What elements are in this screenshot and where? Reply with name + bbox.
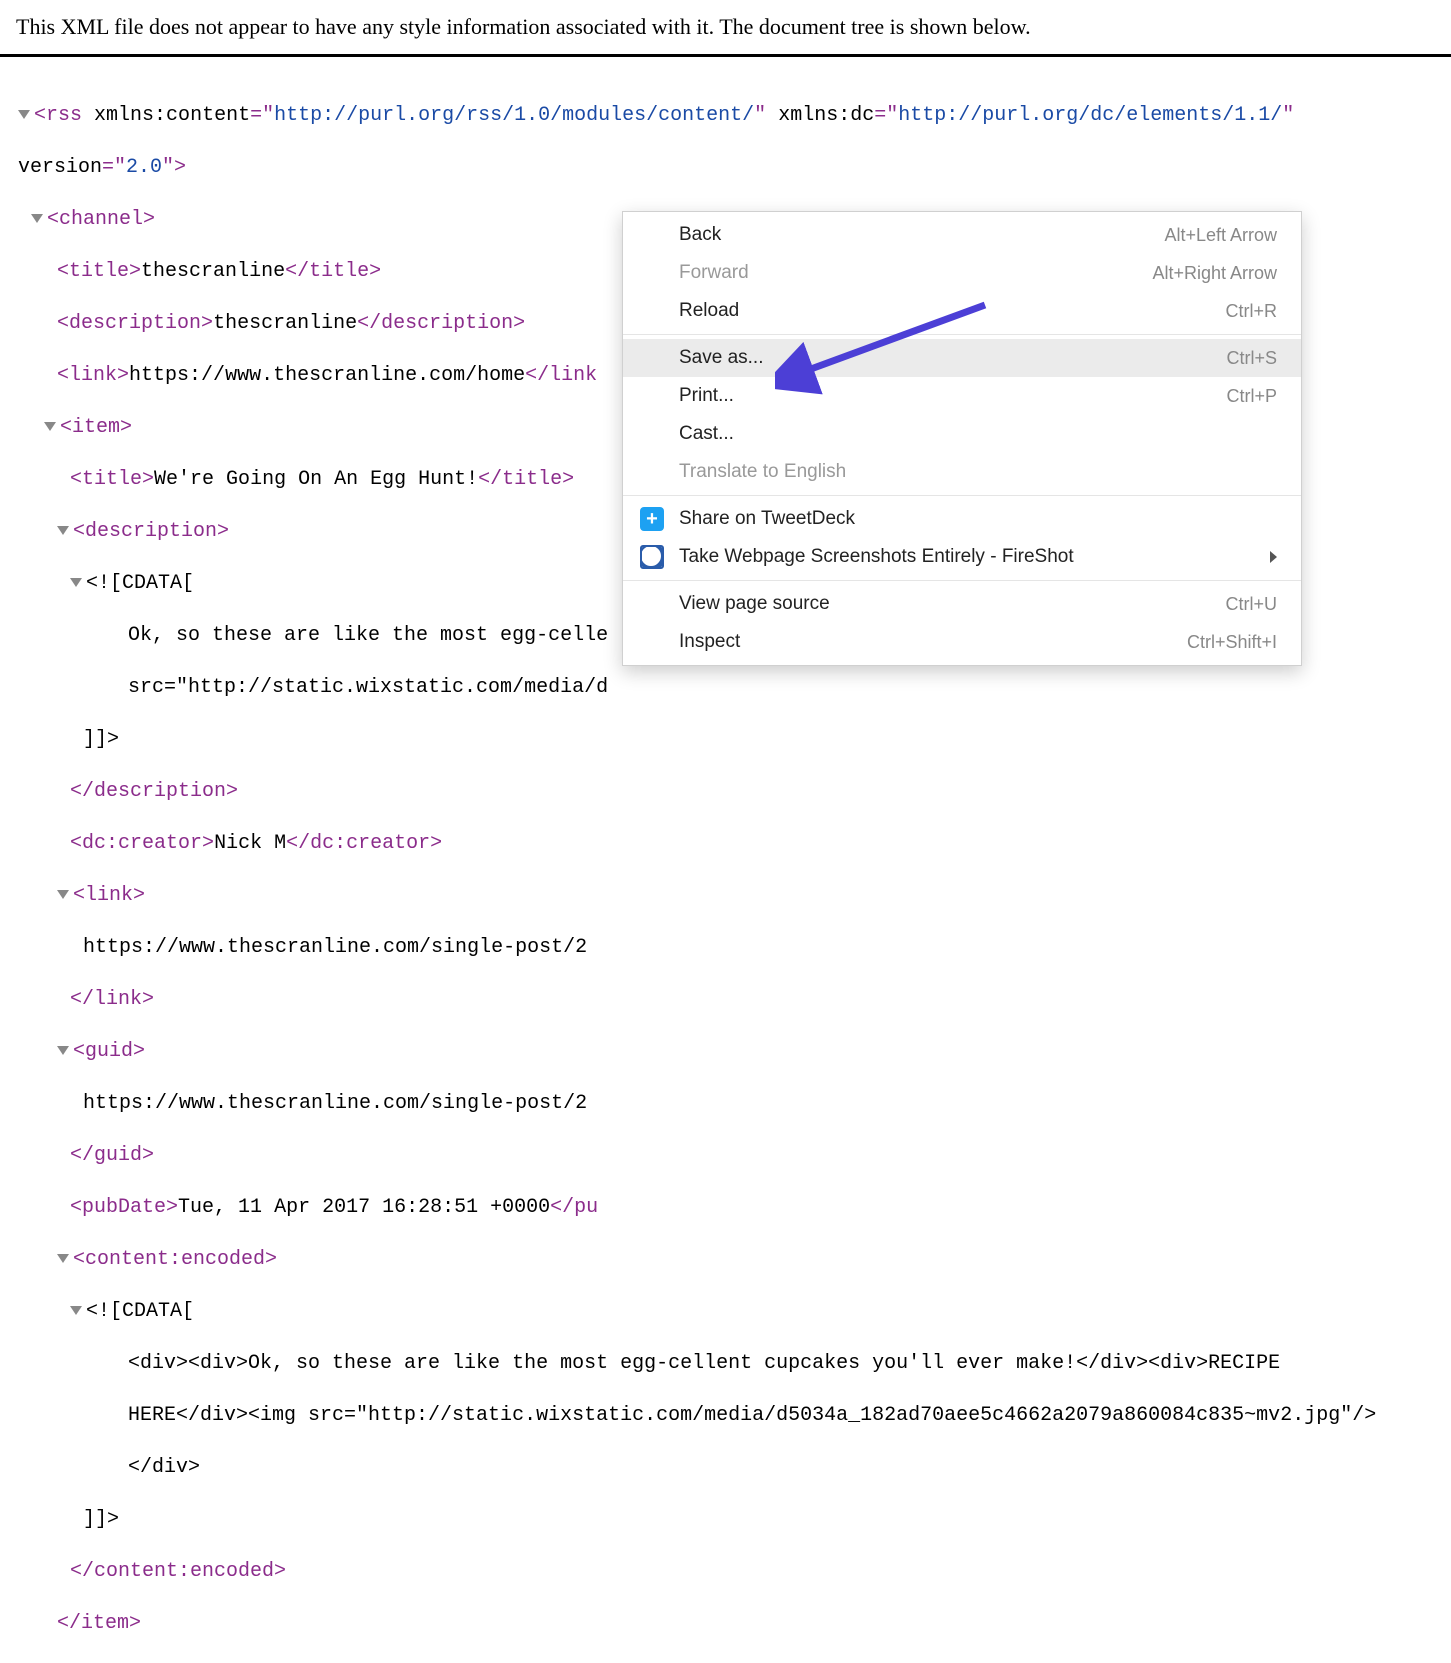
menu-save-as[interactable]: Save as... Ctrl+S (623, 339, 1301, 377)
menu-shortcut: Ctrl+U (1225, 594, 1277, 615)
menu-view-source[interactable]: View page source Ctrl+U (623, 585, 1301, 623)
menu-label: Share on TweetDeck (679, 508, 1277, 530)
menu-shortcut: Ctrl+R (1225, 301, 1277, 322)
menu-label: Cast... (679, 423, 1277, 445)
collapse-icon[interactable] (44, 422, 56, 431)
menu-print[interactable]: Print... Ctrl+P (623, 377, 1301, 415)
menu-back[interactable]: Back Alt+Left Arrow (623, 216, 1301, 254)
menu-fireshot[interactable]: Take Webpage Screenshots Entirely - Fire… (623, 538, 1301, 576)
collapse-icon[interactable] (31, 214, 43, 223)
collapse-icon[interactable] (57, 890, 69, 899)
menu-cast[interactable]: Cast... (623, 415, 1301, 453)
menu-label: Save as... (679, 347, 1226, 369)
menu-forward: Forward Alt+Right Arrow (623, 254, 1301, 292)
context-menu: Back Alt+Left Arrow Forward Alt+Right Ar… (622, 211, 1302, 666)
menu-label: Take Webpage Screenshots Entirely - Fire… (679, 546, 1258, 568)
xml-notice: This XML file does not appear to have an… (0, 0, 1451, 57)
menu-label: Print... (679, 385, 1226, 407)
menu-label: Inspect (679, 631, 1187, 653)
collapse-icon[interactable] (18, 110, 30, 119)
menu-label: View page source (679, 593, 1225, 615)
collapse-icon[interactable] (70, 578, 82, 587)
menu-shortcut: Alt+Left Arrow (1164, 225, 1277, 246)
chevron-right-icon (1270, 551, 1277, 563)
collapse-icon[interactable] (57, 1254, 69, 1263)
collapse-icon[interactable] (70, 1306, 82, 1315)
menu-separator (623, 580, 1301, 581)
menu-separator (623, 495, 1301, 496)
menu-shortcut: Ctrl+Shift+I (1187, 632, 1277, 653)
menu-translate: Translate to English (623, 453, 1301, 491)
menu-shortcut: Ctrl+S (1226, 348, 1277, 369)
menu-label: Translate to English (679, 461, 1277, 483)
collapse-icon[interactable] (57, 1046, 69, 1055)
menu-label: Reload (679, 300, 1225, 322)
menu-separator (623, 334, 1301, 335)
menu-tweetdeck[interactable]: + Share on TweetDeck (623, 500, 1301, 538)
menu-inspect[interactable]: Inspect Ctrl+Shift+I (623, 623, 1301, 661)
collapse-icon[interactable] (57, 526, 69, 535)
menu-reload[interactable]: Reload Ctrl+R (623, 292, 1301, 330)
menu-label: Back (679, 224, 1164, 246)
menu-shortcut: Ctrl+P (1226, 386, 1277, 407)
fireshot-icon (639, 544, 665, 570)
menu-shortcut: Alt+Right Arrow (1152, 263, 1277, 284)
menu-label: Forward (679, 262, 1152, 284)
tweetdeck-icon: + (639, 506, 665, 532)
